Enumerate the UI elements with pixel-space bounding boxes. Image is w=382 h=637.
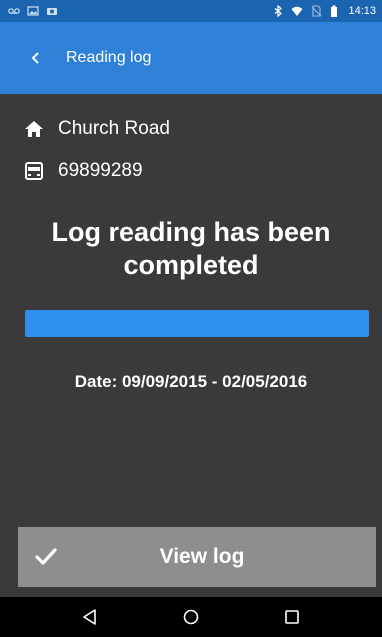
status-time: 14:13 <box>348 5 376 17</box>
navigation-bar <box>0 597 382 637</box>
camera-icon <box>46 5 58 17</box>
progress-bar <box>25 310 369 337</box>
voicemail-icon <box>8 5 20 17</box>
nav-home-icon[interactable] <box>177 603 205 631</box>
status-left-icons <box>8 5 58 17</box>
page-title: Reading log <box>66 49 152 66</box>
image-icon <box>27 5 39 17</box>
view-log-button[interactable]: View log <box>18 527 376 587</box>
no-sim-icon <box>310 5 322 17</box>
completion-message: Log reading has been completed <box>51 217 331 280</box>
meter-row: 69899289 <box>24 160 143 182</box>
bluetooth-icon <box>272 5 284 17</box>
address-row: Church Road <box>24 118 170 140</box>
chevron-left-icon[interactable] <box>26 48 46 68</box>
status-right-icons: 14:13 <box>272 5 376 17</box>
home-icon <box>24 119 44 139</box>
battery-icon <box>329 5 341 17</box>
nav-recents-icon[interactable] <box>278 603 306 631</box>
screen: 14:13 Reading log Church Road 69899289 L… <box>0 0 382 637</box>
check-icon <box>32 543 60 571</box>
date-range: Date: 09/09/2015 - 02/05/2016 <box>74 372 308 391</box>
wifi-icon <box>291 5 303 17</box>
view-log-label: View log <box>159 545 245 568</box>
status-bar: 14:13 <box>0 0 382 22</box>
app-bar: Reading log <box>0 22 382 94</box>
meter-icon <box>24 161 44 181</box>
address-text: Church Road <box>58 118 170 139</box>
nav-back-icon[interactable] <box>76 603 104 631</box>
meter-number: 69899289 <box>58 160 143 181</box>
progress-fill <box>25 310 369 337</box>
